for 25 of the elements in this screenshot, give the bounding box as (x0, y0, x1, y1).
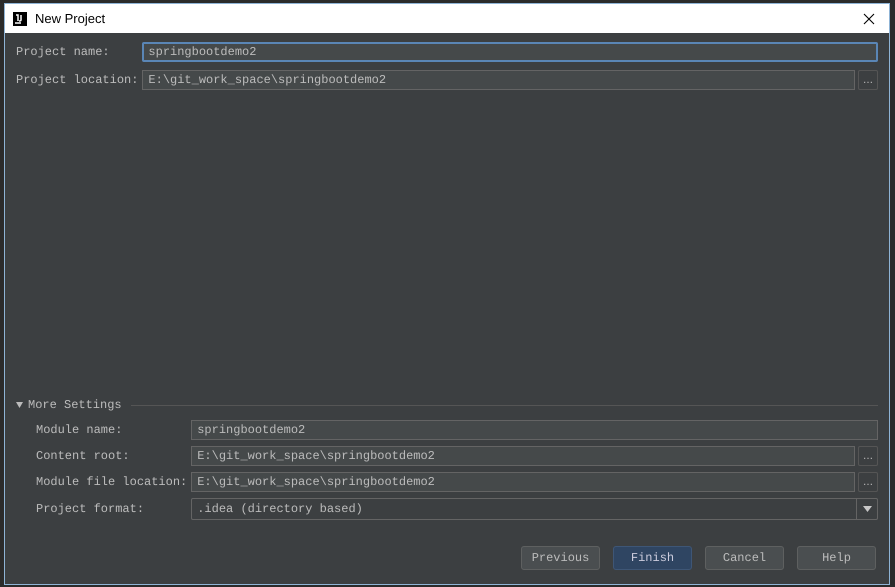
dialog-button[interactable]: Previous (521, 546, 600, 570)
dialog-button[interactable]: Help (797, 546, 876, 570)
field-label: Project location: (16, 73, 138, 87)
format-dropdown[interactable]: .idea (directory based) (191, 498, 878, 520)
field-label: Module name: (36, 423, 124, 437)
field-label: Module file location: (36, 475, 188, 489)
close-icon[interactable] (863, 12, 875, 24)
path-field[interactable]: E:\git_work_space\springbootdemo2 (191, 446, 855, 466)
dialog-button[interactable]: Cancel (705, 546, 784, 570)
caret-icon (862, 506, 872, 512)
dialog-button[interactable]: Finish (613, 546, 692, 570)
section-title[interactable]: More Settings (28, 398, 122, 412)
field-label: Project format: (36, 502, 146, 516)
path-field[interactable]: E:\git_work_space\springbootdemo2 (191, 472, 855, 492)
expand-triangle-icon[interactable] (16, 402, 23, 408)
browse-button[interactable]: … (858, 70, 878, 90)
browse-button[interactable]: … (858, 446, 878, 466)
browse-button[interactable]: … (858, 472, 878, 492)
field-label: Content root: (36, 449, 131, 463)
window-title: New Project (35, 11, 106, 26)
app-logo-icon (13, 12, 27, 26)
text-field[interactable]: springbootdemo2 (142, 42, 878, 62)
path-field[interactable]: E:\git_work_space\springbootdemo2 (142, 70, 855, 90)
field-label: Project name: (16, 45, 111, 59)
text-field[interactable]: springbootdemo2 (191, 420, 878, 440)
